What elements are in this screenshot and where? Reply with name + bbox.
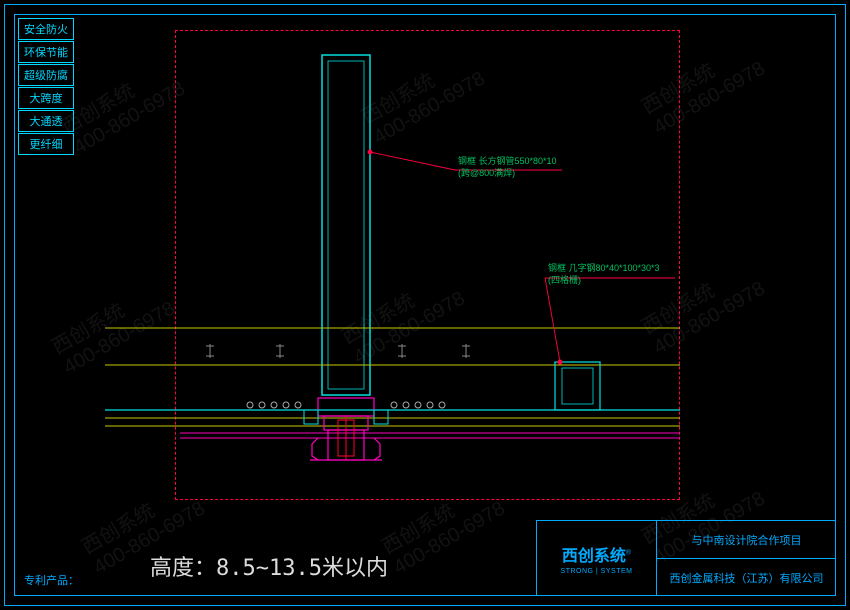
company-name: 西创金属科技（江苏）有限公司 bbox=[657, 559, 836, 596]
project-name: 与中南设计院合作项目 bbox=[657, 521, 836, 559]
title-block: 西创系统® STRONG | SYSTEM 与中南设计院合作项目 西创金属科技（… bbox=[536, 520, 836, 596]
height-caption: 高度：8.5~13.5米以内 bbox=[150, 550, 388, 582]
callout-main-profile: 钢框 长方钢管550*80*10 (跨@800满焊) bbox=[458, 156, 557, 179]
callout-sub-line2: (四格栅) bbox=[548, 275, 660, 287]
callout-sub-profile: 钢框 几字钢80*40*100*30*3 (四格栅) bbox=[548, 263, 660, 286]
callout-main-line2: (跨@800满焊) bbox=[458, 168, 557, 180]
patent-label: 专利产品： bbox=[24, 572, 79, 588]
callout-sub-line1: 钢框 几字钢80*40*100*30*3 bbox=[548, 263, 660, 275]
technical-drawing bbox=[0, 0, 850, 610]
registered-icon: ® bbox=[626, 550, 631, 557]
logo-subtext: STRONG | SYSTEM bbox=[561, 568, 633, 575]
logo-text: 西创系统 bbox=[562, 548, 626, 565]
logo-cell: 西创系统® STRONG | SYSTEM bbox=[537, 521, 657, 596]
callout-main-line1: 钢框 长方钢管550*80*10 bbox=[458, 156, 557, 168]
